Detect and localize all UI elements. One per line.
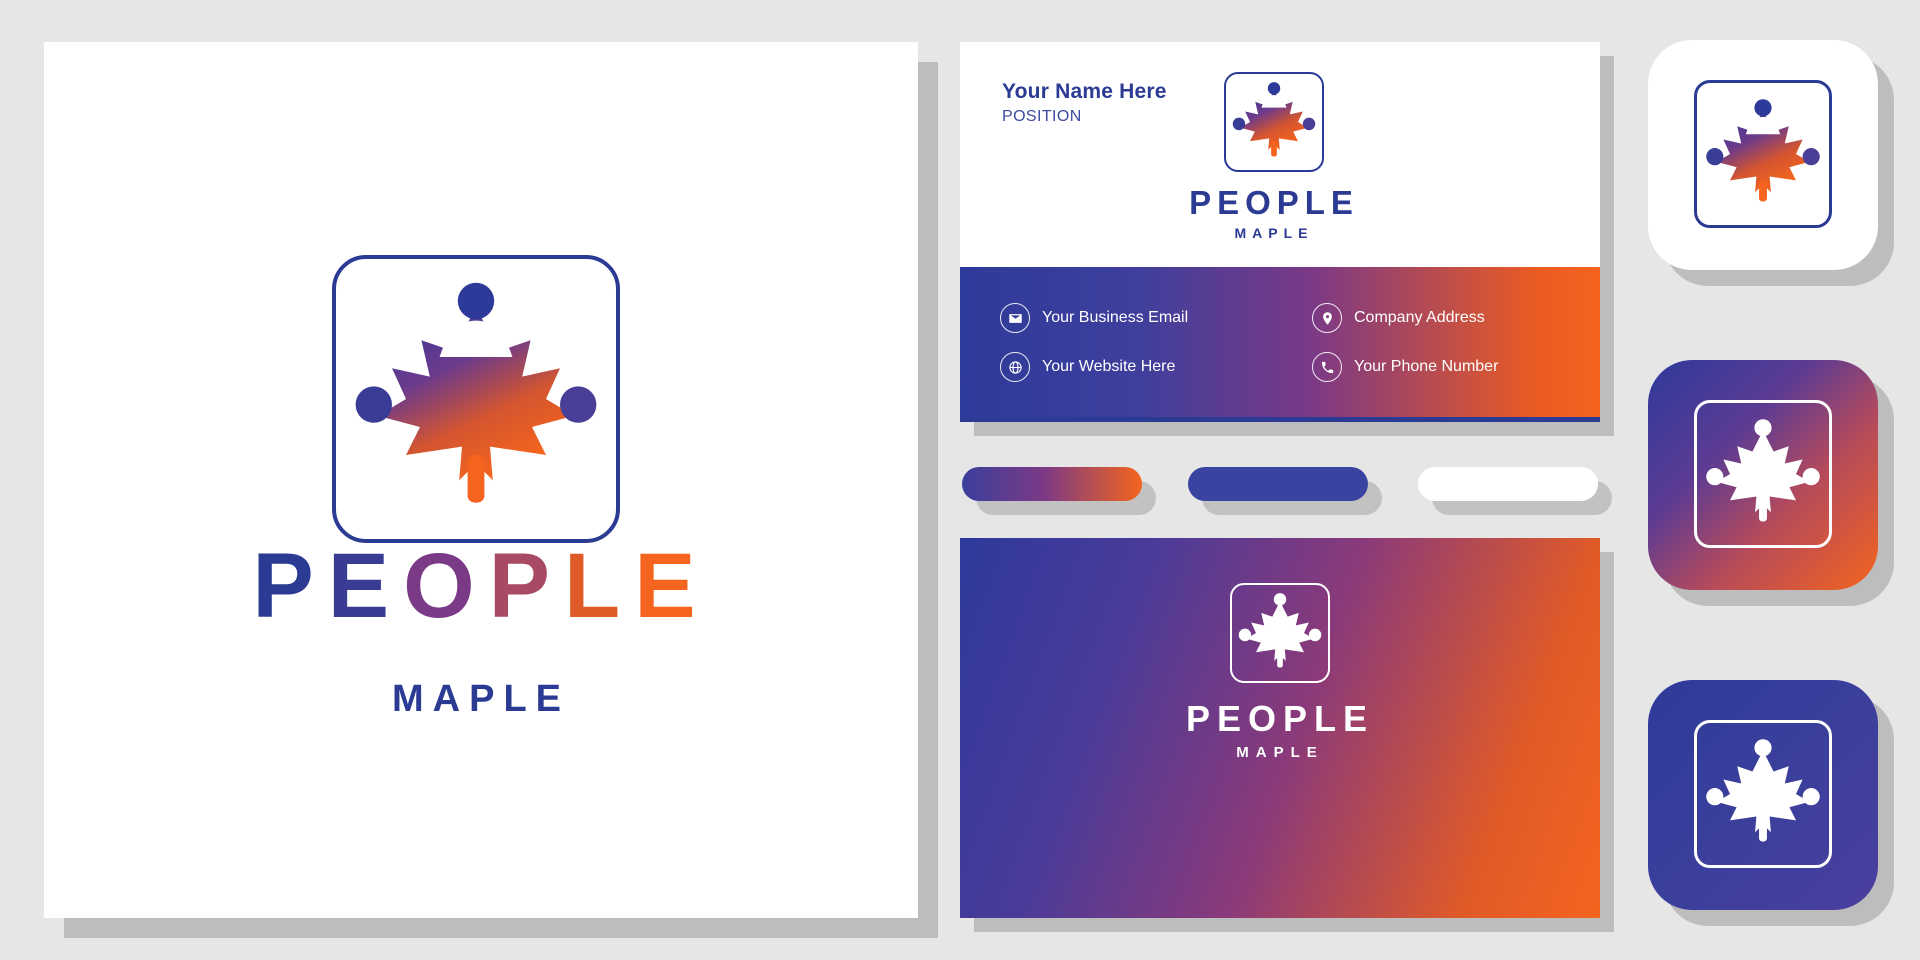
envelope-icon bbox=[1000, 303, 1030, 333]
globe-icon bbox=[1000, 352, 1030, 382]
swatch-gradient-pill bbox=[962, 467, 1142, 501]
card-name-text: Your Name Here bbox=[1002, 80, 1167, 103]
maple-leaf-icon bbox=[1232, 82, 1316, 157]
app-icon-frame bbox=[1694, 720, 1832, 868]
card-back-logo-subtitle: MAPLE bbox=[1236, 744, 1324, 761]
maple-leaf-icon bbox=[1706, 739, 1820, 842]
app-icon-white[interactable] bbox=[1648, 40, 1878, 270]
contact-address: Company Address bbox=[1312, 303, 1485, 333]
contact-phone-label: Your Phone Number bbox=[1354, 358, 1499, 375]
wordmark-letter: E bbox=[634, 535, 710, 637]
maple-leaf-icon bbox=[355, 282, 597, 503]
wordmark-letter: L bbox=[564, 535, 635, 637]
maple-leaf-icon bbox=[1706, 419, 1820, 522]
app-icon-frame bbox=[1694, 400, 1832, 548]
card-back-logo-title: PEOPLE bbox=[1185, 698, 1375, 739]
card-logo-title: PEOPLE bbox=[1189, 184, 1359, 221]
phone-icon bbox=[1312, 352, 1342, 382]
wordmark-letter: P bbox=[488, 535, 565, 637]
card-logo-subtitle: MAPLE bbox=[1234, 225, 1314, 241]
card-logo-frame bbox=[1224, 72, 1324, 172]
swatch-blue-pill bbox=[1188, 467, 1368, 501]
business-card-front: Your Name Here POSITION PEOPLE MAPLE You… bbox=[960, 42, 1600, 422]
maple-leaf-icon bbox=[1238, 593, 1322, 668]
wordmark-tagline: MAPLE bbox=[392, 678, 570, 720]
maple-leaf-icon bbox=[1706, 99, 1820, 202]
contact-email-label: Your Business Email bbox=[1042, 309, 1189, 326]
logo-frame-square bbox=[332, 255, 620, 543]
app-icon-frame bbox=[1694, 80, 1832, 228]
card-contact-footer: Your Business Email Company Address Your… bbox=[960, 267, 1600, 422]
wordmark-letter: P bbox=[252, 535, 328, 637]
contact-website-label: Your Website Here bbox=[1042, 358, 1176, 375]
main-logo-card: P E O P L E MAPLE bbox=[44, 42, 918, 918]
card-back-logo-frame bbox=[1230, 583, 1330, 683]
business-card-back: PEOPLE MAPLE bbox=[960, 538, 1600, 918]
contact-address-label: Company Address bbox=[1354, 309, 1485, 326]
contact-email: Your Business Email bbox=[1000, 303, 1188, 333]
app-icon-blue[interactable] bbox=[1648, 680, 1878, 910]
wordmark-letter: E bbox=[327, 535, 404, 637]
wordmark-letter: O bbox=[403, 535, 489, 637]
wordmark-people: P E O P L E bbox=[44, 534, 918, 639]
app-icon-gradient[interactable] bbox=[1648, 360, 1878, 590]
contact-phone: Your Phone Number bbox=[1312, 352, 1498, 382]
contact-website: Your Website Here bbox=[1000, 352, 1175, 382]
card-position-text: POSITION bbox=[1002, 108, 1082, 125]
swatch-white-pill bbox=[1418, 467, 1598, 501]
map-pin-icon bbox=[1312, 303, 1342, 333]
logo-presentation-board: P E O P L E MAPLE Your Name Here POSITIO… bbox=[0, 0, 1920, 960]
